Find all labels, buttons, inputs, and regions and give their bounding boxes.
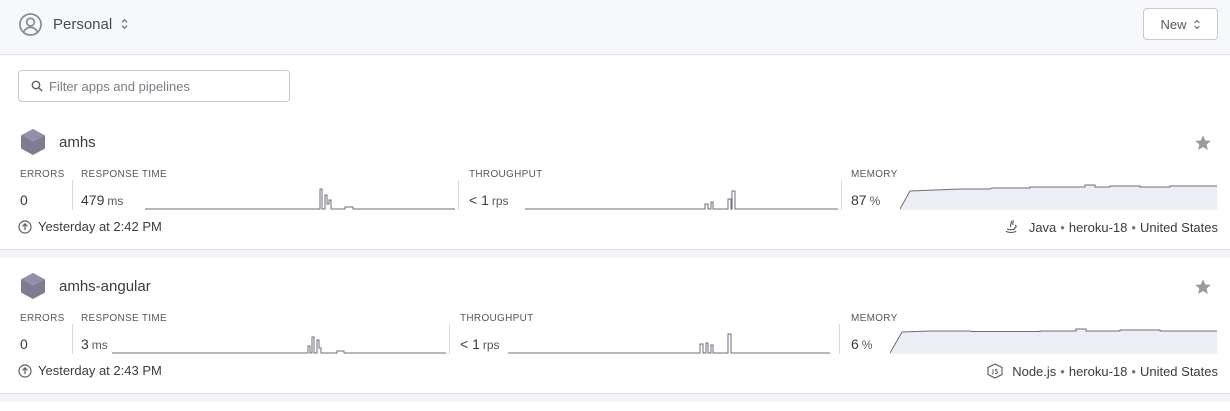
last-deploy: Yesterday at 2:43 PM bbox=[18, 363, 162, 378]
separator: • bbox=[1131, 219, 1136, 235]
divider bbox=[458, 180, 459, 210]
errors-label: ERRORS bbox=[20, 169, 65, 180]
app-link[interactable]: amhs-angular bbox=[20, 272, 151, 300]
divider bbox=[839, 324, 840, 354]
region: United States bbox=[1139, 363, 1218, 379]
last-deploy-time: Yesterday at 2:42 PM bbox=[38, 219, 162, 234]
java-icon bbox=[1005, 219, 1017, 234]
new-button-label: New bbox=[1160, 16, 1187, 32]
region: United States bbox=[1139, 219, 1218, 235]
account-label: Personal bbox=[53, 15, 113, 33]
separator: • bbox=[1060, 363, 1065, 379]
app-hexagon-icon bbox=[21, 273, 45, 299]
user-avatar-icon bbox=[19, 12, 42, 36]
divider bbox=[841, 180, 842, 210]
memory-label: MEMORY bbox=[851, 313, 898, 324]
app-row: amhs ERRORS 0 RESPONSE TIME 479 ms THROUG… bbox=[0, 128, 1230, 263]
response-time-label: RESPONSE TIME bbox=[81, 169, 167, 180]
divider bbox=[449, 324, 450, 354]
app-meta: Node.js • heroku-18 • United States bbox=[986, 363, 1218, 379]
filter-field[interactable] bbox=[18, 70, 290, 102]
throughput-value: < 1 rps bbox=[469, 192, 509, 208]
app-meta: Java • heroku-18 • United States bbox=[1003, 219, 1218, 235]
memory-value: 87% bbox=[851, 192, 881, 208]
filter-input[interactable] bbox=[49, 78, 279, 94]
top-bar: Personal New bbox=[0, 0, 1230, 55]
language: Node.js bbox=[1012, 363, 1057, 379]
memory-graph[interactable] bbox=[890, 326, 1217, 354]
errors-label: ERRORS bbox=[20, 313, 65, 324]
errors-value: 0 bbox=[20, 336, 28, 352]
app-row: amhs-angular ERRORS 0 RESPONSE TIME 3 ms … bbox=[0, 272, 1230, 407]
throughput-label: THROUGHPUT bbox=[469, 169, 543, 180]
star-icon[interactable] bbox=[1194, 278, 1212, 296]
throughput-label: THROUGHPUT bbox=[460, 313, 534, 324]
app-name: amhs-angular bbox=[59, 277, 151, 295]
app-link[interactable]: amhs bbox=[20, 128, 96, 156]
app-hexagon-icon bbox=[21, 129, 45, 155]
throughput-graph[interactable] bbox=[508, 326, 830, 354]
errors-value: 0 bbox=[20, 192, 28, 208]
divider bbox=[72, 180, 73, 210]
app-name: amhs bbox=[59, 133, 96, 151]
separator: • bbox=[1131, 363, 1136, 379]
stack: heroku-18 bbox=[1068, 363, 1128, 379]
star-icon[interactable] bbox=[1194, 134, 1212, 152]
last-deploy: Yesterday at 2:42 PM bbox=[18, 219, 162, 234]
row-separator bbox=[0, 249, 1230, 258]
chevron-updown-icon bbox=[1193, 19, 1200, 29]
memory-label: MEMORY bbox=[851, 169, 898, 180]
response-time-graph[interactable] bbox=[112, 326, 446, 354]
new-button[interactable]: New bbox=[1143, 8, 1218, 40]
search-icon bbox=[31, 80, 43, 92]
divider bbox=[72, 324, 73, 354]
response-time-label: RESPONSE TIME bbox=[81, 313, 167, 324]
deploy-upload-icon bbox=[18, 219, 32, 234]
row-separator bbox=[0, 393, 1230, 402]
language: Java bbox=[1028, 219, 1057, 235]
nodejs-icon bbox=[987, 363, 1003, 379]
separator: • bbox=[1060, 219, 1065, 235]
stack: heroku-18 bbox=[1068, 219, 1128, 235]
memory-graph[interactable] bbox=[900, 182, 1217, 210]
account-switcher[interactable]: Personal bbox=[19, 12, 129, 36]
throughput-value: < 1 rps bbox=[460, 336, 500, 352]
chevron-updown-icon bbox=[121, 18, 128, 30]
memory-value: 6% bbox=[851, 336, 873, 352]
throughput-graph[interactable] bbox=[525, 182, 838, 210]
last-deploy-time: Yesterday at 2:43 PM bbox=[38, 363, 162, 378]
response-time-value: 479 ms bbox=[81, 192, 124, 208]
deploy-upload-icon bbox=[18, 363, 32, 378]
app-list: amhs ERRORS 0 RESPONSE TIME 479ms THROUG… bbox=[0, 56, 1230, 411]
response-time-value: 3 ms bbox=[81, 336, 108, 352]
response-time-graph[interactable] bbox=[145, 182, 455, 210]
